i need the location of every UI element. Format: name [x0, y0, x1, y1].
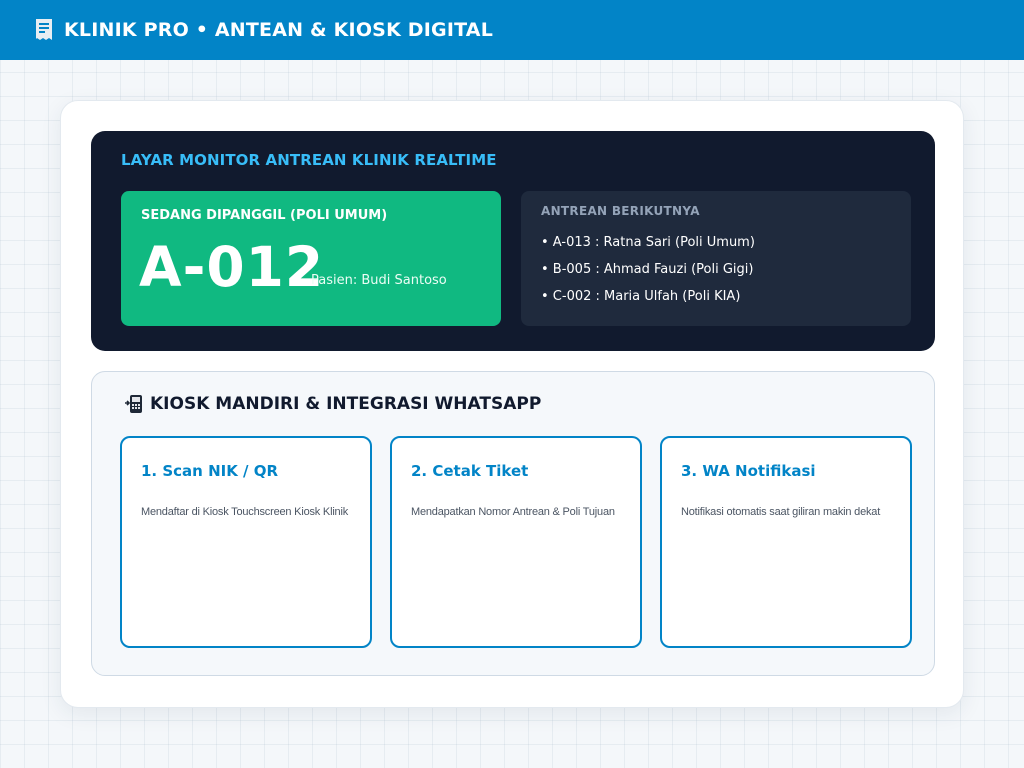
- step-card-print: 2. Cetak Tiket Mendapatkan Nomor Antrean…: [390, 436, 642, 648]
- current-patient-name: Pasien: Budi Santoso: [311, 273, 447, 288]
- next-queue-item: • C-002 : Maria Ulfah (Poli KIA): [541, 289, 741, 304]
- kiosk-header: KIOSK MANDIRI & INTEGRASI WHATSAPP: [124, 394, 541, 414]
- current-call-card: SEDANG DIPANGGIL (POLI UMUM) A-012 Pasie…: [121, 191, 501, 326]
- current-queue-number: A-012: [139, 235, 325, 299]
- step-description: Mendaftar di Kiosk Touchscreen Kiosk Kli…: [141, 506, 349, 518]
- current-call-label: SEDANG DIPANGGIL (POLI UMUM): [141, 208, 388, 223]
- step-title: 1. Scan NIK / QR: [141, 462, 279, 480]
- next-queue-label: ANTREAN BERIKUTNYA: [541, 204, 700, 218]
- kiosk-title: KIOSK MANDIRI & INTEGRASI WHATSAPP: [150, 394, 542, 414]
- step-description: Notifikasi otomatis saat giliran makin d…: [681, 506, 881, 518]
- step-title: 3. WA Notifikasi: [681, 462, 816, 480]
- kiosk-steps: 1. Scan NIK / QR Mendaftar di Kiosk Touc…: [120, 436, 912, 648]
- next-queue-list: • A-013 : Ratna Sari (Poli Umum) • B-005…: [541, 235, 755, 316]
- step-description: Mendapatkan Nomor Antrean & Poli Tujuan: [411, 506, 615, 518]
- receipt-icon: [36, 19, 52, 40]
- step-title: 2. Cetak Tiket: [411, 462, 529, 480]
- step-card-notify: 3. WA Notifikasi Notifikasi otomatis saa…: [660, 436, 912, 648]
- step-card-scan: 1. Scan NIK / QR Mendaftar di Kiosk Touc…: [120, 436, 372, 648]
- monitor-title: LAYAR MONITOR ANTREAN KLINIK REALTIME: [121, 151, 497, 169]
- kiosk-device-icon: [125, 395, 142, 413]
- kiosk-panel: KIOSK MANDIRI & INTEGRASI WHATSAPP 1. Sc…: [91, 371, 935, 676]
- app-header: KLINIK PRO • ANTEAN & KIOSK DIGITAL: [0, 0, 1024, 60]
- queue-monitor-panel: LAYAR MONITOR ANTREAN KLINIK REALTIME SE…: [91, 131, 935, 351]
- next-queue-item: • B-005 : Ahmad Fauzi (Poli Gigi): [541, 262, 754, 277]
- main-card: LAYAR MONITOR ANTREAN KLINIK REALTIME SE…: [60, 100, 964, 708]
- next-queue-item: • A-013 : Ratna Sari (Poli Umum): [541, 235, 755, 250]
- app-title: KLINIK PRO • ANTEAN & KIOSK DIGITAL: [64, 19, 494, 41]
- next-queue-card: ANTREAN BERIKUTNYA • A-013 : Ratna Sari …: [521, 191, 911, 326]
